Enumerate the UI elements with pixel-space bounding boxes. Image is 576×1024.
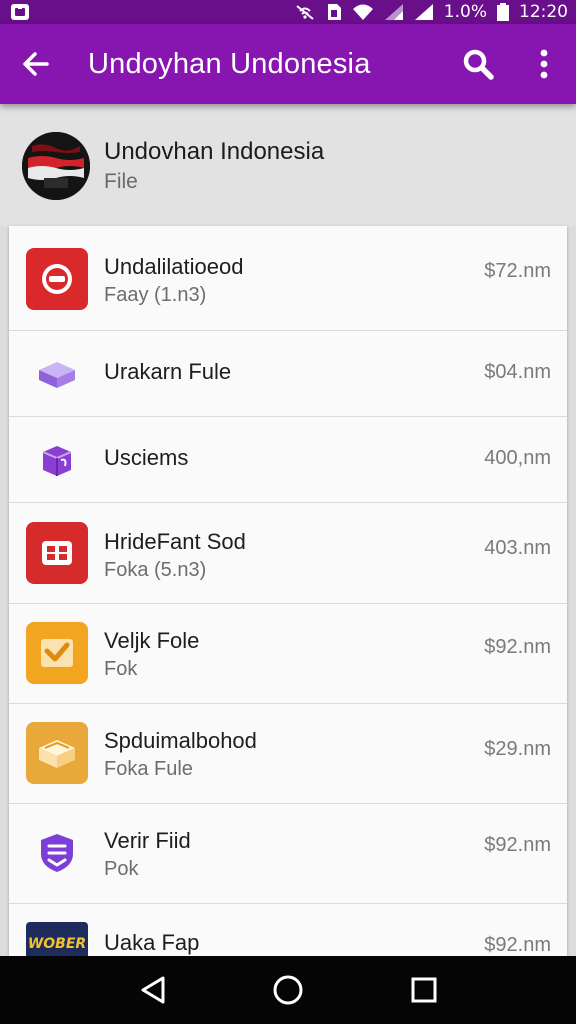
item-size: $04.nm bbox=[484, 361, 551, 383]
purple-box-icon bbox=[26, 343, 88, 405]
game-logo-icon: WOBER bbox=[26, 922, 88, 956]
navigation-bar bbox=[0, 956, 576, 1024]
open-box-icon bbox=[26, 722, 88, 784]
item-size: $92.nm bbox=[484, 934, 551, 956]
item-size: 400,nm bbox=[484, 447, 551, 469]
search-button[interactable] bbox=[454, 42, 502, 86]
item-subtitle: Fok bbox=[104, 658, 138, 680]
item-subtitle: Foka (5.n3) bbox=[104, 559, 207, 581]
list-item[interactable]: WOBER Uaka Fap $92.nm bbox=[9, 904, 567, 956]
folder-avatar bbox=[22, 132, 90, 200]
battery-icon bbox=[497, 3, 509, 21]
back-triangle-icon bbox=[141, 976, 165, 1004]
list-item[interactable]: Usciems 400,nm bbox=[9, 417, 567, 503]
app-bar-title: Undoyhan Undonesia bbox=[88, 48, 371, 80]
item-title: Veljk Fole bbox=[104, 628, 200, 653]
signal-icon bbox=[384, 3, 404, 21]
folder-subtitle: File bbox=[104, 170, 138, 193]
item-subtitle: Foka Fule bbox=[104, 758, 193, 780]
check-mail-icon bbox=[26, 622, 88, 684]
list-item[interactable]: Veljk Fole Fok $92.nm bbox=[9, 604, 567, 704]
item-size: 403.nm bbox=[484, 537, 551, 559]
status-bar: 1.0% 12:20 bbox=[0, 0, 576, 24]
red-grid-icon bbox=[26, 522, 88, 584]
folder-title: Undovhan Indonesia bbox=[104, 138, 325, 165]
back-button[interactable] bbox=[14, 42, 58, 86]
list-item[interactable]: Undalilatioeod Faay (1.n3) $72.nm bbox=[9, 226, 567, 331]
item-size: $92.nm bbox=[484, 834, 551, 856]
nav-back-button[interactable] bbox=[125, 966, 181, 1014]
item-size: $72.nm bbox=[484, 260, 551, 282]
nav-recents-button[interactable] bbox=[396, 966, 452, 1014]
recents-square-icon bbox=[411, 977, 437, 1003]
sim-icon bbox=[326, 3, 342, 21]
more-options-button[interactable] bbox=[520, 42, 568, 86]
item-title: Urakarn Fule bbox=[104, 359, 232, 384]
app-bar: Undoyhan Undonesia bbox=[0, 24, 576, 104]
nav-home-button[interactable] bbox=[260, 966, 316, 1014]
item-title: Spduimalbohod bbox=[104, 728, 257, 753]
purple-package-icon bbox=[26, 429, 88, 491]
list-item[interactable]: Spduimalbohod Foka Fule $29.nm bbox=[9, 704, 567, 804]
list-item[interactable]: HrideFant Sod Foka (5.n3) 403.nm bbox=[9, 503, 567, 604]
item-title: HrideFant Sod bbox=[104, 529, 246, 554]
list-item[interactable]: Verir Fiid Pok $92.nm bbox=[9, 804, 567, 904]
item-size: $29.nm bbox=[484, 738, 551, 760]
item-title: Usciems bbox=[104, 445, 189, 470]
item-title: Uaka Fap bbox=[104, 930, 200, 955]
item-title: Verir Fiid bbox=[104, 828, 191, 853]
item-size: $92.nm bbox=[484, 636, 551, 658]
clock: 12:20 bbox=[519, 2, 568, 22]
purple-shield-icon bbox=[26, 822, 88, 884]
signal-icon-2 bbox=[414, 3, 434, 21]
battery-percent: 1.0% bbox=[443, 2, 487, 22]
wifi-icon bbox=[352, 3, 374, 21]
mute-icon bbox=[294, 3, 316, 21]
notification-icon bbox=[10, 3, 30, 21]
item-subtitle: Pok bbox=[104, 858, 139, 880]
home-circle-icon bbox=[273, 975, 303, 1005]
list-item[interactable]: Urakarn Fule $04.nm bbox=[9, 331, 567, 417]
search-icon bbox=[463, 49, 494, 80]
logo-text: WOBER bbox=[28, 936, 86, 952]
file-list: Undalilatioeod Faay (1.n3) $72.nm Urakar… bbox=[9, 226, 567, 956]
more-vertical-icon bbox=[540, 49, 548, 79]
arrow-left-icon bbox=[23, 52, 49, 76]
red-file-icon bbox=[26, 248, 88, 310]
item-title: Undalilatioeod bbox=[104, 254, 244, 279]
flag-icon bbox=[22, 132, 90, 200]
item-subtitle: Faay (1.n3) bbox=[104, 284, 207, 306]
folder-header: Undovhan Indonesia File bbox=[0, 104, 576, 226]
